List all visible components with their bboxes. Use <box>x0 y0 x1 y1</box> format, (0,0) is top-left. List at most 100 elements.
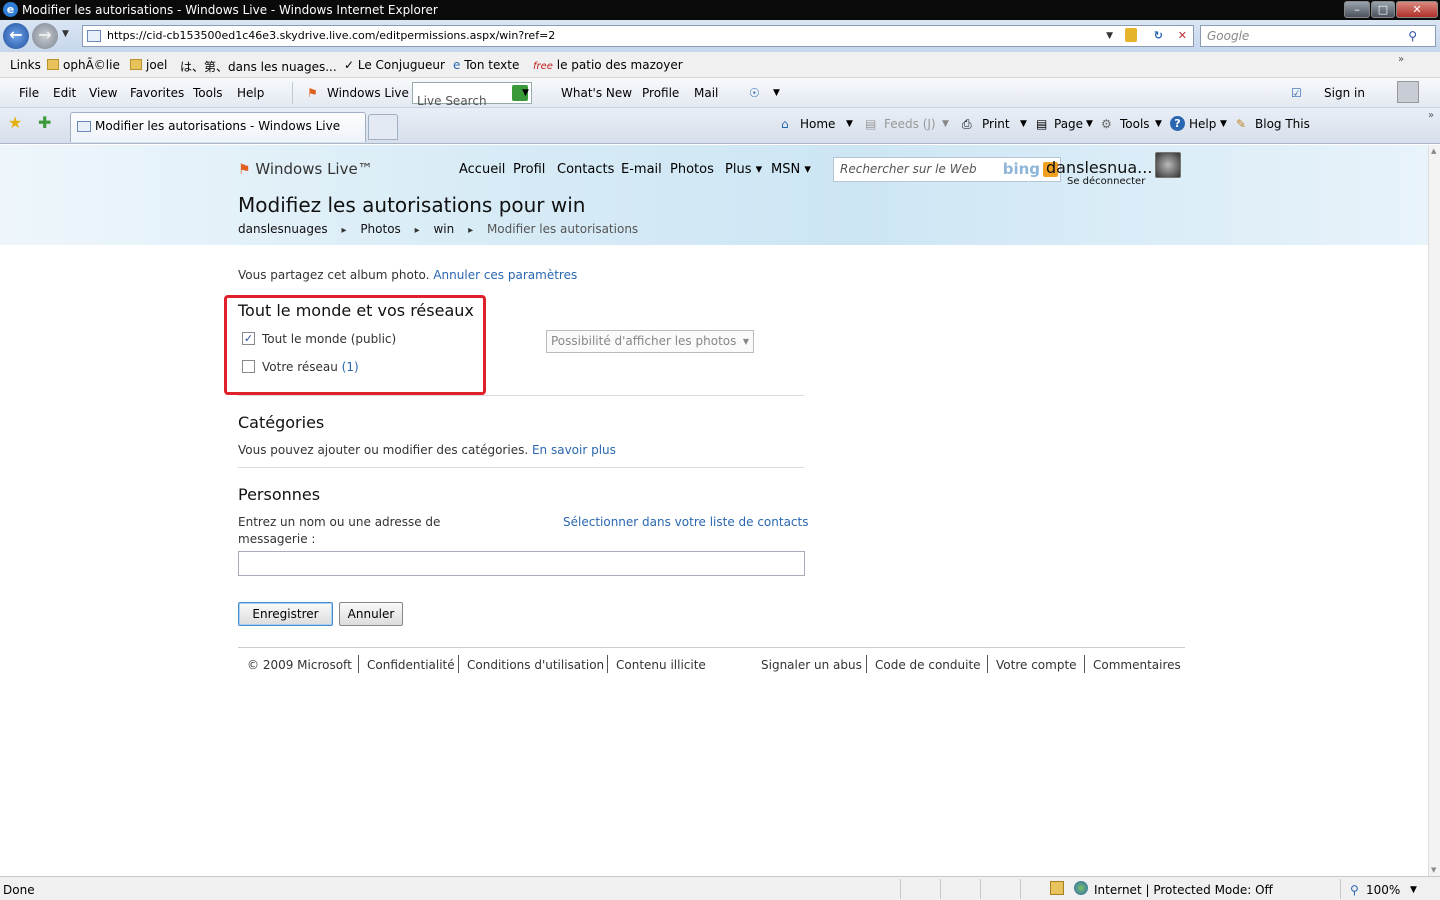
links-chevron-icon[interactable]: » <box>1398 54 1404 65</box>
feeds-dropdown-icon[interactable]: ▼ <box>942 119 949 129</box>
avatar[interactable] <box>1155 152 1181 178</box>
page-dropdown-icon[interactable]: ▼ <box>1086 119 1093 129</box>
save-button[interactable]: Enregistrer <box>238 602 333 626</box>
minimize-button[interactable]: – <box>1344 1 1370 18</box>
tools-button[interactable]: Tools <box>1120 117 1150 131</box>
home-dropdown-icon[interactable]: ▼ <box>846 119 853 129</box>
menu-file[interactable]: File <box>19 86 39 100</box>
mail-link[interactable]: Mail <box>694 86 718 100</box>
nav-msn[interactable]: MSN ▾ <box>771 162 811 177</box>
tab-active[interactable]: Modifier les autorisations - Windows Liv… <box>70 112 366 142</box>
messenger-icon[interactable]: ☉ <box>749 86 760 100</box>
vertical-scrollbar[interactable]: ▲ ▼ <box>1428 145 1440 876</box>
checkbox-public[interactable]: ✓ <box>242 332 255 345</box>
learn-more-link[interactable]: En savoir plus <box>532 443 616 457</box>
nav-email[interactable]: E-mail <box>621 162 662 177</box>
permission-select-value: Possibilité d'afficher les photos <box>551 334 737 348</box>
address-dropdown-icon[interactable]: ▼ <box>1106 26 1113 46</box>
section-people-heading: Personnes <box>238 485 321 504</box>
checkbox-network[interactable] <box>242 360 255 373</box>
toolbar-options-icon[interactable] <box>1397 81 1419 103</box>
footer-privacy-link[interactable]: Confidentialité <box>367 658 455 672</box>
select-contacts-link[interactable]: Sélectionner dans votre liste de contact… <box>563 515 809 529</box>
breadcrumb-item-album[interactable]: win <box>433 222 454 236</box>
search-icon[interactable]: ⚲ <box>1408 26 1417 46</box>
breadcrumb-item-user[interactable]: danslesnuages <box>238 222 328 236</box>
page-button[interactable]: Page <box>1054 117 1083 131</box>
forward-button[interactable]: → <box>32 23 58 49</box>
menu-edit[interactable]: Edit <box>53 86 76 100</box>
cancel-button[interactable]: Annuler <box>339 602 403 626</box>
breadcrumb-item-photos[interactable]: Photos <box>360 222 400 236</box>
home-icon[interactable]: ⌂ <box>781 117 789 131</box>
help-button[interactable]: Help <box>1189 117 1216 131</box>
nav-plus[interactable]: Plus ▾ <box>725 162 762 177</box>
help-dropdown-icon[interactable]: ▼ <box>1220 119 1227 129</box>
nav-contacts[interactable]: Contacts <box>557 162 614 177</box>
home-button[interactable]: Home <box>800 117 835 131</box>
feeds-button[interactable]: Feeds (J) <box>884 117 936 131</box>
favorites-star-icon[interactable]: ★ <box>8 113 22 132</box>
scroll-down-icon[interactable]: ▼ <box>1431 866 1436 874</box>
zoom-dropdown-icon[interactable]: ▼ <box>1410 885 1417 895</box>
bing-logo: bing <box>1002 160 1040 178</box>
whats-new-link[interactable]: What's New <box>561 86 632 100</box>
nav-accueil[interactable]: Accueil <box>459 162 505 177</box>
back-button[interactable]: ← <box>3 23 29 49</box>
footer-report-abuse-link[interactable]: Signaler un abus <box>761 658 862 672</box>
web-search-placeholder: Rechercher sur le Web <box>840 162 977 176</box>
footer-account-link[interactable]: Votre compte <box>996 658 1077 672</box>
link-item-conjugueur[interactable]: ✓ Le Conjugueur <box>344 58 445 72</box>
print-dropdown-icon[interactable]: ▼ <box>1020 119 1027 129</box>
live-search-input[interactable]: Live Search <box>412 82 532 108</box>
link-item-ton-texte[interactable]: e Ton texte <box>453 58 519 72</box>
checkbox-network-label[interactable]: Votre réseau (1) <box>262 360 359 374</box>
security-zone[interactable]: Internet | Protected Mode: Off <box>1094 883 1273 897</box>
recent-pages-dropdown-icon[interactable]: ▼ <box>62 29 69 39</box>
sign-in-link[interactable]: Sign in <box>1324 86 1365 100</box>
checkbox-public-label[interactable]: Tout le monde (public) <box>262 332 396 346</box>
maximize-button[interactable]: □ <box>1371 1 1395 18</box>
footer-feedback-link[interactable]: Commentaires <box>1093 658 1181 672</box>
footer-illegal-content-link[interactable]: Contenu illicite <box>616 658 706 672</box>
blog-this-button[interactable]: Blog This <box>1255 117 1310 131</box>
print-button[interactable]: Print <box>982 117 1010 131</box>
menu-favorites[interactable]: Favorites <box>130 86 184 100</box>
lock-icon[interactable] <box>1125 28 1137 42</box>
commands-chevron-icon[interactable]: » <box>1428 110 1434 121</box>
cancel-settings-link[interactable]: Annuler ces paramètres <box>433 268 577 282</box>
menu-help[interactable]: Help <box>237 86 264 100</box>
refresh-icon[interactable]: ↻ <box>1154 26 1163 46</box>
address-bar[interactable]: https://cid-cb153500ed1c46e3.skydrive.li… <box>82 25 1194 47</box>
stop-icon[interactable]: ✕ <box>1178 26 1187 46</box>
link-item-joel[interactable]: joel <box>130 58 167 72</box>
add-favorite-icon[interactable]: ✚ <box>38 113 51 132</box>
people-input[interactable] <box>238 551 805 576</box>
new-tab-button[interactable] <box>368 114 398 140</box>
nav-photos[interactable]: Photos <box>670 162 714 177</box>
tools-dropdown-icon[interactable]: ▼ <box>1155 119 1162 129</box>
zoom-level[interactable]: 100% <box>1366 883 1400 897</box>
scroll-up-icon[interactable]: ▲ <box>1431 147 1436 155</box>
username-menu[interactable]: danslesnua... ▼ <box>1046 158 1162 177</box>
web-search-input[interactable]: Rechercher sur le Web bing <box>833 157 1061 182</box>
link-item-nuages[interactable]: は、第、dans les nuages... <box>180 58 337 75</box>
print-icon[interactable]: ⎙ <box>962 117 972 132</box>
footer-code-of-conduct-link[interactable]: Code de conduite <box>875 658 981 672</box>
menu-view[interactable]: View <box>89 86 117 100</box>
search-box[interactable]: Google ⚲ <box>1200 25 1436 47</box>
footer-terms-link[interactable]: Conditions d'utilisation <box>467 658 604 672</box>
menu-tools[interactable]: Tools <box>193 86 223 100</box>
popup-blocker-icon[interactable] <box>1050 881 1064 895</box>
windows-live-logo[interactable]: ⚑ Windows Live™ <box>238 160 373 178</box>
windows-live-toolbar-button[interactable]: Windows Live <box>327 86 409 100</box>
close-button[interactable]: ✕ <box>1396 1 1438 18</box>
nav-profil[interactable]: Profil <box>513 162 545 177</box>
link-item-ophelie[interactable]: ophÃ©lie <box>47 58 120 72</box>
profile-link[interactable]: Profile <box>642 86 679 100</box>
permission-select[interactable]: Possibilité d'afficher les photos ▼ <box>546 330 754 353</box>
live-search-dropdown-icon[interactable]: ▼ <box>522 88 529 98</box>
link-item-patio[interactable]: free le patio des mazoyer <box>533 58 683 72</box>
signout-link[interactable]: Se déconnecter <box>1067 176 1145 187</box>
messenger-dropdown-icon[interactable]: ▼ <box>773 88 780 98</box>
